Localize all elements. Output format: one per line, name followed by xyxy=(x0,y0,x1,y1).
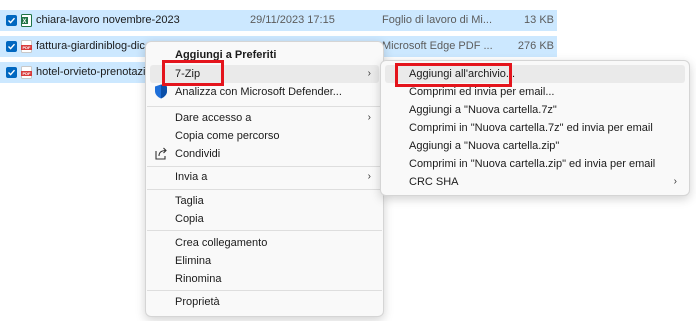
menu-item-dare-accesso[interactable]: Dare accesso a › xyxy=(150,109,379,127)
defender-shield-icon xyxy=(154,84,168,99)
menu-item-rinomina[interactable]: Rinomina xyxy=(150,270,379,288)
menu-item-defender[interactable]: Analizza con Microsoft Defender... xyxy=(150,83,379,101)
submenu-item-aggiungi-archivio[interactable]: Aggiungi all'archivio... xyxy=(385,65,685,83)
menu-separator xyxy=(147,230,382,231)
file-name: fattura-giardiniblog-dicem xyxy=(36,40,161,52)
file-type: Foglio di lavoro di Mi... xyxy=(382,14,493,26)
menu-item-invia-a[interactable]: Invia a › xyxy=(150,168,379,186)
zip-submenu: Aggiungi all'archivio... Comprimi ed inv… xyxy=(380,60,690,196)
pdf-file-icon: PDF xyxy=(21,66,32,79)
file-name: chiara-lavoro novembre-2023 xyxy=(36,14,180,26)
file-type: Microsoft Edge PDF ... xyxy=(382,40,493,52)
file-name: hotel-orvieto-prenotazion xyxy=(36,66,158,78)
menu-separator xyxy=(147,166,382,167)
file-date: 29/11/2023 17:15 xyxy=(250,14,335,26)
submenu-item-comprimi-7z-email[interactable]: Comprimi in "Nuova cartella.7z" ed invia… xyxy=(385,119,685,137)
checkbox-checked[interactable] xyxy=(6,15,17,26)
submenu-item-aggiungi-7z[interactable]: Aggiungi a "Nuova cartella.7z" xyxy=(385,101,685,119)
menu-separator xyxy=(147,106,382,107)
submenu-item-comprimi-email[interactable]: Comprimi ed invia per email... xyxy=(385,83,685,101)
checkbox-checked[interactable] xyxy=(6,41,17,52)
chevron-right-icon: › xyxy=(367,171,371,182)
menu-separator xyxy=(147,189,382,190)
file-size: 13 KB xyxy=(524,14,554,26)
submenu-item-aggiungi-zip[interactable]: Aggiungi a "Nuova cartella.zip" xyxy=(385,137,685,155)
svg-text:PDF: PDF xyxy=(23,45,32,50)
share-icon xyxy=(154,146,168,161)
chevron-right-icon: › xyxy=(673,176,677,187)
menu-item-7zip[interactable]: 7-Zip › xyxy=(150,65,379,83)
file-size: 276 KB xyxy=(517,40,554,52)
menu-separator xyxy=(147,290,382,291)
menu-item-crea-collegamento[interactable]: Crea collegamento xyxy=(150,234,379,252)
menu-item-aggiungi-preferiti[interactable]: Aggiungi a Preferiti xyxy=(150,46,379,64)
context-menu: Aggiungi a Preferiti 7-Zip › Analizza co… xyxy=(145,41,384,317)
menu-item-elimina[interactable]: Elimina xyxy=(150,252,379,270)
submenu-item-crc-sha[interactable]: CRC SHA › xyxy=(385,173,685,191)
menu-item-taglia[interactable]: Taglia xyxy=(150,192,379,210)
svg-text:PDF: PDF xyxy=(23,71,32,76)
checkbox-checked[interactable] xyxy=(6,67,17,78)
menu-item-proprieta[interactable]: Proprietà xyxy=(150,293,379,311)
menu-item-copia[interactable]: Copia xyxy=(150,210,379,228)
excel-file-icon: X xyxy=(21,14,32,27)
submenu-item-comprimi-zip-email[interactable]: Comprimi in "Nuova cartella.zip" ed invi… xyxy=(385,155,685,173)
file-row[interactable]: X chiara-lavoro novembre-2023 29/11/2023… xyxy=(0,10,557,31)
chevron-right-icon: › xyxy=(367,68,371,79)
chevron-right-icon: › xyxy=(367,112,371,123)
menu-item-copia-percorso[interactable]: Copia come percorso xyxy=(150,127,379,145)
pdf-file-icon: PDF xyxy=(21,40,32,53)
menu-item-condividi[interactable]: Condividi xyxy=(150,145,379,163)
svg-text:X: X xyxy=(22,19,26,25)
